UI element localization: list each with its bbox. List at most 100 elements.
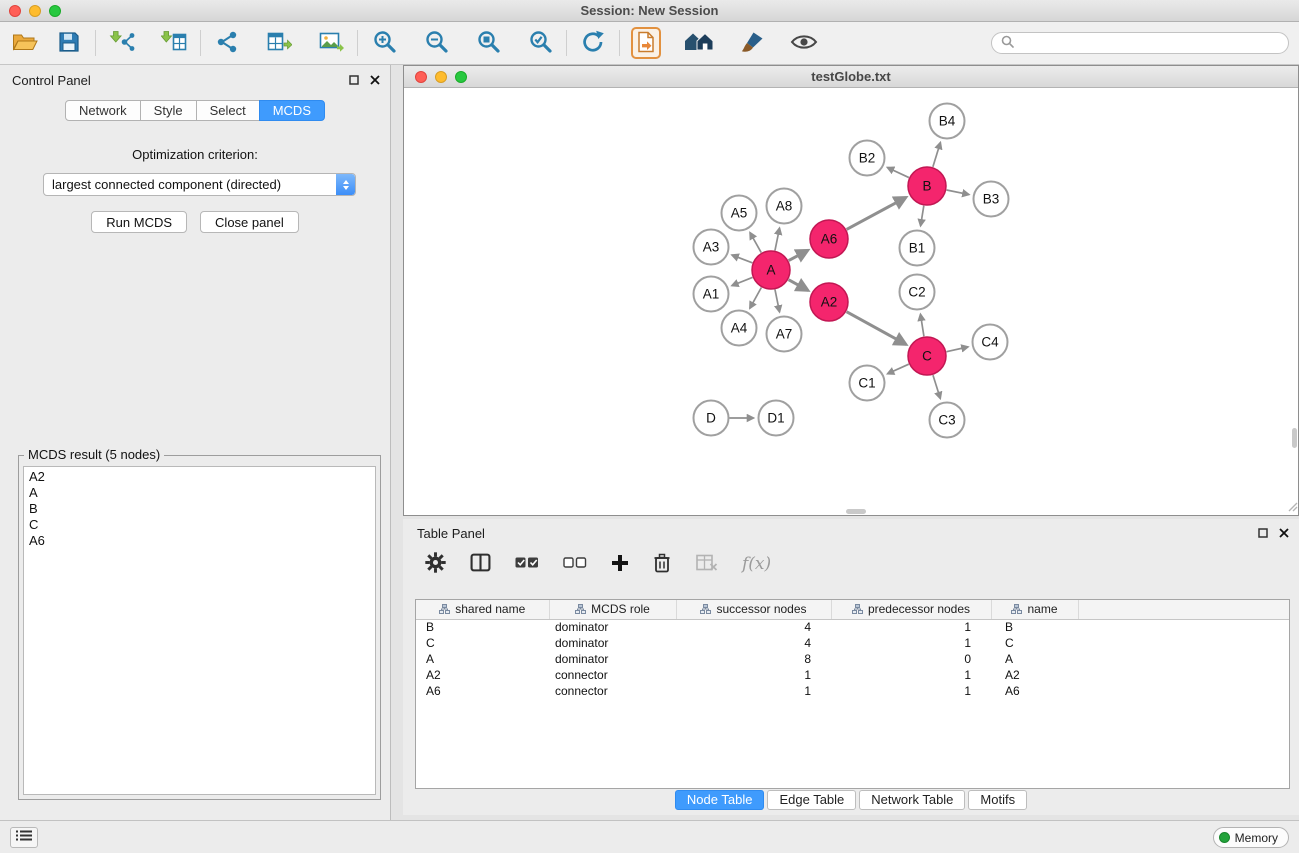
search-box[interactable] — [991, 32, 1289, 54]
show-columns-button[interactable] — [470, 553, 491, 575]
style-brush-button[interactable] — [737, 27, 767, 59]
column-header-predecessor-nodes[interactable]: predecessor nodes — [831, 600, 991, 619]
edge-A-A5[interactable] — [750, 233, 761, 253]
zoom-fit-button[interactable] — [473, 27, 503, 59]
node-C1[interactable]: C1 — [850, 366, 885, 401]
import-network-button[interactable] — [107, 27, 137, 59]
mcds-result-item[interactable]: C — [24, 517, 375, 533]
cell[interactable]: dominator — [549, 635, 676, 651]
node-A8[interactable]: A8 — [767, 189, 802, 224]
show-details-button[interactable] — [789, 27, 819, 59]
node-A3[interactable]: A3 — [694, 230, 729, 265]
node-A2[interactable]: A2 — [810, 283, 848, 321]
export-table-button[interactable] — [264, 27, 294, 59]
edge-B-B3[interactable] — [947, 190, 969, 195]
edge-A-A2[interactable] — [789, 280, 808, 291]
cell[interactable]: 1 — [831, 635, 991, 651]
cell[interactable]: B — [416, 619, 549, 635]
open-session-button[interactable] — [10, 27, 40, 59]
refresh-button[interactable] — [578, 27, 608, 59]
cell[interactable]: 1 — [676, 667, 831, 683]
network-canvas[interactable]: B4B2BB3A5A8A6B1A3AC2A1A2A4A7C4CC1DD1C3 — [404, 88, 1298, 515]
cell[interactable]: 4 — [676, 635, 831, 651]
column-header-MCDS-role[interactable]: MCDS role — [549, 600, 676, 619]
mcds-result-item[interactable]: A — [24, 485, 375, 501]
zoom-in-button[interactable] — [369, 27, 399, 59]
edge-A-A6[interactable] — [789, 250, 808, 260]
edge-B-B1[interactable] — [921, 206, 924, 226]
zoom-selected-button[interactable] — [525, 27, 555, 59]
export-image-button[interactable] — [316, 27, 346, 59]
node-B2[interactable]: B2 — [850, 141, 885, 176]
search-input[interactable] — [1020, 36, 1279, 51]
cell[interactable]: A6 — [416, 683, 549, 699]
float-table-panel-button[interactable] — [1258, 526, 1268, 541]
network-window-titlebar[interactable]: testGlobe.txt — [404, 66, 1298, 88]
edge-C-C4[interactable] — [947, 347, 969, 352]
edge-B-B4[interactable] — [933, 143, 941, 167]
node-C2[interactable]: C2 — [900, 275, 935, 310]
cell[interactable]: connector — [549, 683, 676, 699]
resize-grip[interactable] — [1286, 500, 1298, 515]
network-zoom-button[interactable] — [455, 71, 467, 83]
cell[interactable]: A — [416, 651, 549, 667]
node-D[interactable]: D — [694, 401, 729, 436]
zoom-out-button[interactable] — [421, 27, 451, 59]
float-panel-button[interactable] — [349, 73, 359, 88]
table-settings-button[interactable] — [425, 552, 446, 576]
cell[interactable]: 4 — [676, 619, 831, 635]
vertical-scrollbar[interactable] — [1292, 428, 1297, 448]
node-A5[interactable]: A5 — [722, 196, 757, 231]
column-header-shared-name[interactable]: shared name — [416, 600, 549, 619]
mcds-result-item[interactable]: A6 — [24, 533, 375, 549]
mcds-result-item[interactable]: B — [24, 501, 375, 517]
edge-A6-B[interactable] — [847, 197, 906, 229]
edge-A-A4[interactable] — [750, 288, 761, 309]
cell[interactable]: A2 — [416, 667, 549, 683]
edge-B-B2[interactable] — [887, 168, 908, 178]
cell[interactable]: 1 — [831, 667, 991, 683]
tab-node-table[interactable]: Node Table — [675, 790, 765, 810]
cell[interactable]: C — [991, 635, 1078, 651]
node-B4[interactable]: B4 — [930, 104, 965, 139]
table-row[interactable]: A2connector11A2 — [416, 667, 1289, 683]
overview-button[interactable] — [683, 27, 715, 59]
node-A[interactable]: A — [752, 251, 790, 289]
horizontal-scrollbar[interactable] — [846, 509, 866, 514]
cell[interactable]: 1 — [831, 683, 991, 699]
memory-button[interactable]: Memory — [1213, 827, 1289, 848]
cell[interactable]: 8 — [676, 651, 831, 667]
cell[interactable]: A — [991, 651, 1078, 667]
edge-C-C3[interactable] — [933, 375, 940, 398]
edge-A-A1[interactable] — [732, 277, 753, 285]
network-close-button[interactable] — [415, 71, 427, 83]
mcds-result-item[interactable]: A2 — [24, 469, 375, 485]
delete-table-button[interactable] — [695, 554, 718, 575]
delete-column-button[interactable] — [653, 553, 671, 576]
save-session-button[interactable] — [54, 27, 84, 59]
function-builder-button[interactable]: f(x) — [742, 554, 771, 574]
node-D1[interactable]: D1 — [759, 401, 794, 436]
tab-mcds[interactable]: MCDS — [259, 100, 325, 121]
cell[interactable]: dominator — [549, 651, 676, 667]
tab-edge-table[interactable]: Edge Table — [767, 790, 856, 810]
cell[interactable]: C — [416, 635, 549, 651]
tab-style[interactable]: Style — [140, 100, 197, 121]
node-B[interactable]: B — [908, 167, 946, 205]
edge-A2-C[interactable] — [847, 312, 906, 345]
node-A6[interactable]: A6 — [810, 220, 848, 258]
node-B1[interactable]: B1 — [900, 231, 935, 266]
tab-motifs[interactable]: Motifs — [968, 790, 1027, 810]
edge-C-C1[interactable] — [888, 364, 909, 374]
node-A4[interactable]: A4 — [722, 311, 757, 346]
cell[interactable]: B — [991, 619, 1078, 635]
column-header-successor-nodes[interactable]: successor nodes — [676, 600, 831, 619]
node-C4[interactable]: C4 — [973, 325, 1008, 360]
node-A7[interactable]: A7 — [767, 317, 802, 352]
select-all-button[interactable] — [515, 556, 539, 572]
import-table-button[interactable] — [159, 27, 189, 59]
node-B3[interactable]: B3 — [974, 182, 1009, 217]
close-table-panel-button[interactable] — [1279, 526, 1289, 541]
cell[interactable]: 1 — [831, 619, 991, 635]
tab-network[interactable]: Network — [65, 100, 141, 121]
